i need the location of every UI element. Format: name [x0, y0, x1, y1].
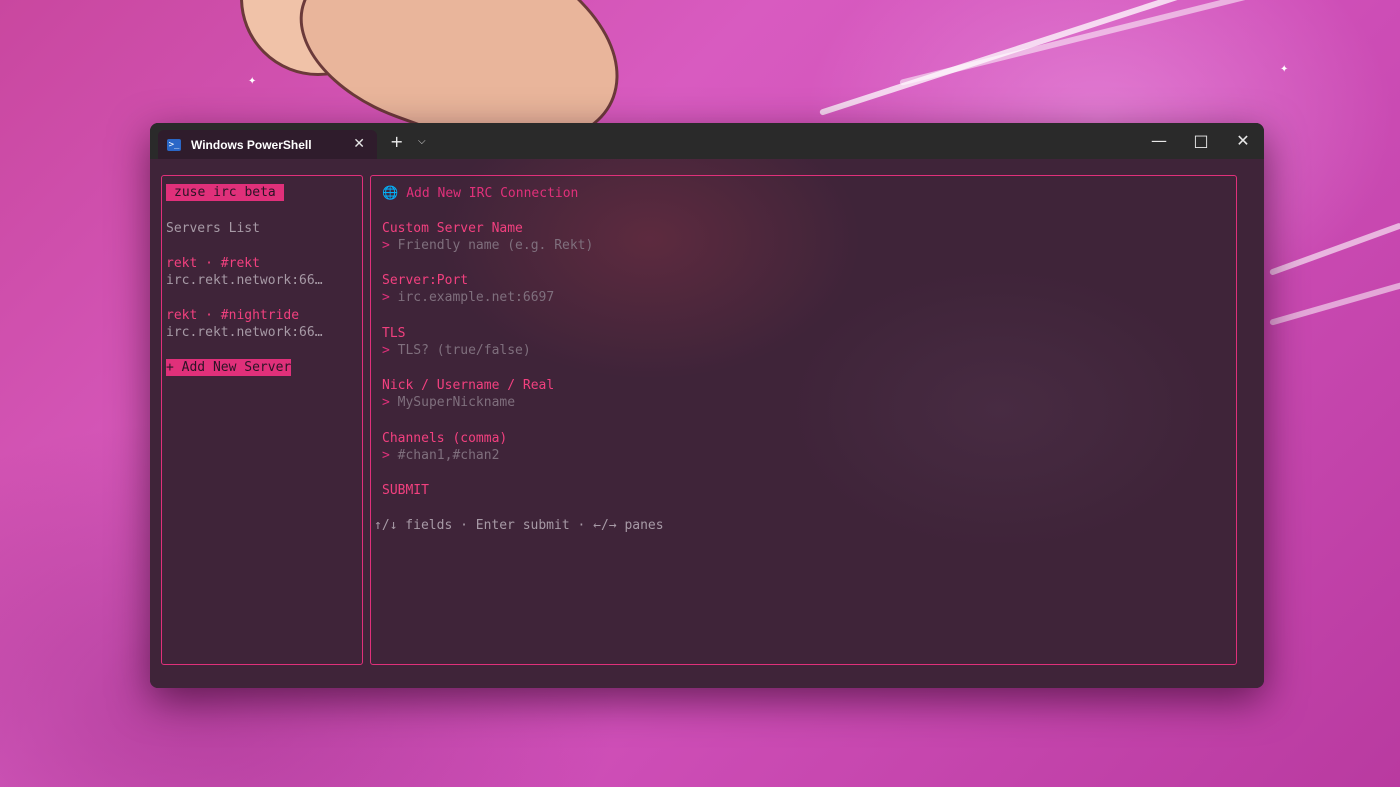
tls-placeholder: TLS? (true/false): [397, 343, 531, 358]
tab-windows-powershell[interactable]: >_ Windows PowerShell ✕: [158, 130, 377, 159]
server-item-name[interactable]: rekt · #nightride: [166, 307, 299, 324]
submit-button[interactable]: SUBMIT: [382, 482, 429, 499]
prompt-symbol: >: [382, 290, 390, 305]
add-server-button[interactable]: + Add New Server: [166, 359, 292, 376]
app-badge: zuse irc beta: [166, 184, 284, 201]
field-label-server-name: Custom Server Name: [382, 221, 523, 236]
field-label-nick: Nick / Username / Real: [382, 378, 555, 393]
field-label-channels: Channels (comma): [382, 431, 508, 446]
wallpaper-sparkle: ✦: [1280, 64, 1289, 75]
server-port-input[interactable]: > irc.example.net:6697: [382, 289, 554, 306]
nick-placeholder: MySuperNickname: [397, 395, 516, 410]
tls-input[interactable]: > TLS? (true/false): [382, 342, 531, 359]
prompt-symbol: >: [382, 238, 390, 253]
channels-input[interactable]: > #chan1,#chan2: [382, 447, 499, 464]
prompt-symbol: >: [382, 343, 390, 358]
nick-input[interactable]: > MySuperNickname: [382, 394, 515, 411]
globe-icon: 🌐: [382, 186, 399, 201]
keyboard-help: ↑/↓ fields · Enter submit · ←/→ panes: [374, 518, 664, 533]
wallpaper-streak: [899, 0, 1386, 86]
server-name-placeholder: Friendly name (e.g. Rekt): [397, 238, 594, 253]
server-name-input[interactable]: > Friendly name (e.g. Rekt): [382, 237, 593, 254]
prompt-symbol: >: [382, 448, 390, 463]
server-port-placeholder: irc.example.net:6697: [397, 290, 555, 305]
wallpaper-streak: [819, 0, 1278, 116]
terminal-content: zuse irc beta Servers List rekt · #rekt …: [150, 159, 1264, 688]
server-item-name[interactable]: rekt · #rekt: [166, 255, 260, 272]
tab-title: Windows PowerShell: [191, 137, 312, 152]
new-tab-button[interactable]: +: [390, 134, 403, 150]
servers-pane[interactable]: zuse irc beta Servers List rekt · #rekt …: [161, 175, 363, 665]
field-label-server-port: Server:Port: [382, 273, 469, 288]
terminal-window: >_ Windows PowerShell ✕ + ⌵ — □ ✕ zuse i…: [150, 123, 1264, 688]
close-tab-icon[interactable]: ✕: [353, 136, 365, 152]
title-bar[interactable]: >_ Windows PowerShell ✕ + ⌵ — □ ✕: [150, 123, 1264, 159]
field-label-tls: TLS: [382, 326, 406, 341]
chevron-down-icon[interactable]: ⌵: [418, 136, 426, 148]
close-icon[interactable]: ✕: [1233, 131, 1253, 151]
wallpaper-sparkle: ✦: [248, 76, 257, 87]
desktop-wallpaper: ✦ ✦ >_ Windows PowerShell ✕ + ⌵ — □ ✕ zu…: [0, 0, 1400, 787]
wallpaper-streak: [1268, 222, 1400, 276]
channels-placeholder: #chan1,#chan2: [397, 448, 500, 463]
form-title: 🌐 Add New IRC Connection: [382, 185, 578, 202]
servers-heading: Servers List: [166, 221, 260, 236]
powershell-icon: >_: [167, 138, 181, 151]
server-item-host[interactable]: irc.rekt.network:66…: [166, 324, 323, 341]
maximize-icon[interactable]: □: [1191, 131, 1211, 151]
connection-form-pane: 🌐 Add New IRC Connection Custom Server Na…: [370, 175, 1237, 665]
minimize-icon[interactable]: —: [1149, 131, 1169, 151]
prompt-symbol: >: [382, 395, 390, 410]
wallpaper-streak: [1269, 281, 1400, 326]
form-title-text: Add New IRC Connection: [406, 186, 579, 201]
server-item-host[interactable]: irc.rekt.network:66…: [166, 272, 323, 289]
